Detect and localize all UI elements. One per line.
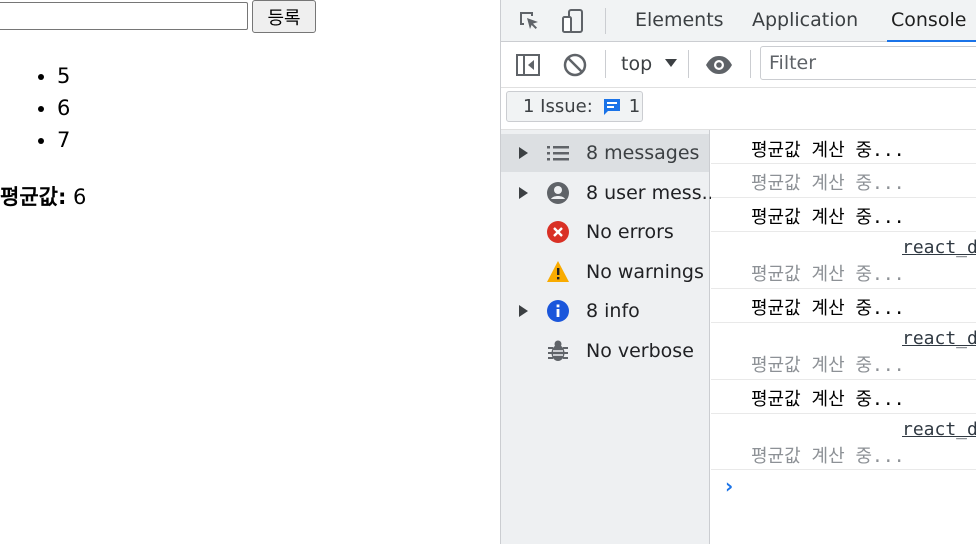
tab-elements[interactable]: Elements [635,0,724,41]
console-messages: 평균값 계산 중... 평균값 계산 중... 평균값 계산 중... reac… [711,130,976,544]
toolbar-separator [605,8,606,34]
inspect-element-icon[interactable] [516,8,542,34]
message-text: 평균값 계산 중... [751,207,905,228]
dropdown-arrow-icon [665,59,678,67]
console-message: 평균값 계산 중... [711,289,976,323]
console-prompt-icon[interactable]: › [725,474,733,498]
clear-console-icon[interactable] [562,52,588,78]
sidebar-item-user-messages[interactable]: 8 user mess... [501,174,720,212]
console-message: react_d 평균값 계산 중... [711,414,976,470]
tab-application[interactable]: Application [752,0,858,41]
sidebar-toggle-icon[interactable] [515,52,541,78]
message-text: 평균값 계산 중... [751,173,905,194]
warning-icon [546,260,570,284]
toolbar-separator [605,50,606,78]
sidebar-item-info[interactable]: 8 info [501,292,709,330]
info-icon [546,299,570,323]
message-text: 평균값 계산 중... [751,140,905,161]
user-icon [546,181,570,205]
issues-bar: 1 Issue: 1 [501,88,976,130]
console-message: 평균값 계산 중... [711,380,976,414]
devtools-panel: Elements Application Console top Filter … [500,0,976,544]
toolbar-separator [688,50,689,78]
issues-button[interactable]: 1 Issue: 1 [506,91,643,122]
message-text: 평균값 계산 중... [751,446,905,467]
expand-arrow-icon[interactable] [519,147,528,159]
device-toolbar-icon[interactable] [560,8,586,34]
console-message: 평균값 계산 중... [711,198,976,232]
source-link[interactable]: react_d [902,328,976,349]
context-label: top [621,53,653,75]
sidebar-item-label: 8 info [586,300,640,322]
message-text: 평균값 계산 중... [751,355,905,376]
sidebar-item-label: No verbose [586,340,694,362]
console-message: react_d 평균값 계산 중... [711,232,976,289]
list-icon [546,141,570,165]
message-text: 평균값 계산 중... [751,264,905,285]
console-toolbar: top Filter [501,42,976,88]
average-value: 6 [73,185,87,209]
average-label: 평균값: [0,185,67,209]
error-icon [546,220,570,244]
console-message: 평균값 계산 중... [711,164,976,198]
expand-arrow-icon[interactable] [519,187,528,199]
message-text: 평균값 계산 중... [751,298,905,319]
message-text: 평균값 계산 중... [751,389,905,410]
issue-message-icon [603,98,620,115]
list-item: 6 [57,92,70,124]
sidebar-item-errors[interactable]: No errors [501,213,709,251]
average-display: 평균값: 6 [0,181,86,211]
toolbar-separator [750,50,751,78]
console-message: 평균값 계산 중... [711,130,976,164]
filter-input[interactable]: Filter [760,46,976,80]
expand-arrow-icon[interactable] [519,305,528,317]
devtools-tabbar: Elements Application Console [501,0,976,42]
console-message: react_d 평균값 계산 중... [711,323,976,380]
sidebar-item-label: 8 user mess... [586,182,720,204]
number-input[interactable] [0,2,248,30]
app-page: 등록 5 6 7 평균값: 6 [0,0,500,544]
console-sidebar: 8 messages 8 user mess... No errors No w… [501,130,720,544]
live-expression-eye-icon[interactable] [704,52,734,78]
register-button[interactable]: 등록 [252,0,316,33]
source-link[interactable]: react_d [902,237,976,258]
sidebar-item-verbose[interactable]: No verbose [501,332,709,370]
number-list: 5 6 7 [0,60,70,156]
sidebar-item-messages[interactable]: 8 messages [501,134,709,172]
list-item: 7 [57,124,70,156]
tab-console[interactable]: Console [886,0,976,42]
sidebar-item-label: No errors [586,221,674,243]
context-selector[interactable]: top [621,42,678,86]
bug-icon [546,339,570,363]
source-link[interactable]: react_d [902,419,976,440]
sidebar-item-label: No warnings [586,261,704,283]
issues-label: 1 Issue: [523,96,593,117]
sidebar-item-warnings[interactable]: No warnings [501,253,709,291]
list-item: 5 [57,60,70,92]
issues-count: 1 [628,96,641,117]
sidebar-item-label: 8 messages [586,142,700,164]
